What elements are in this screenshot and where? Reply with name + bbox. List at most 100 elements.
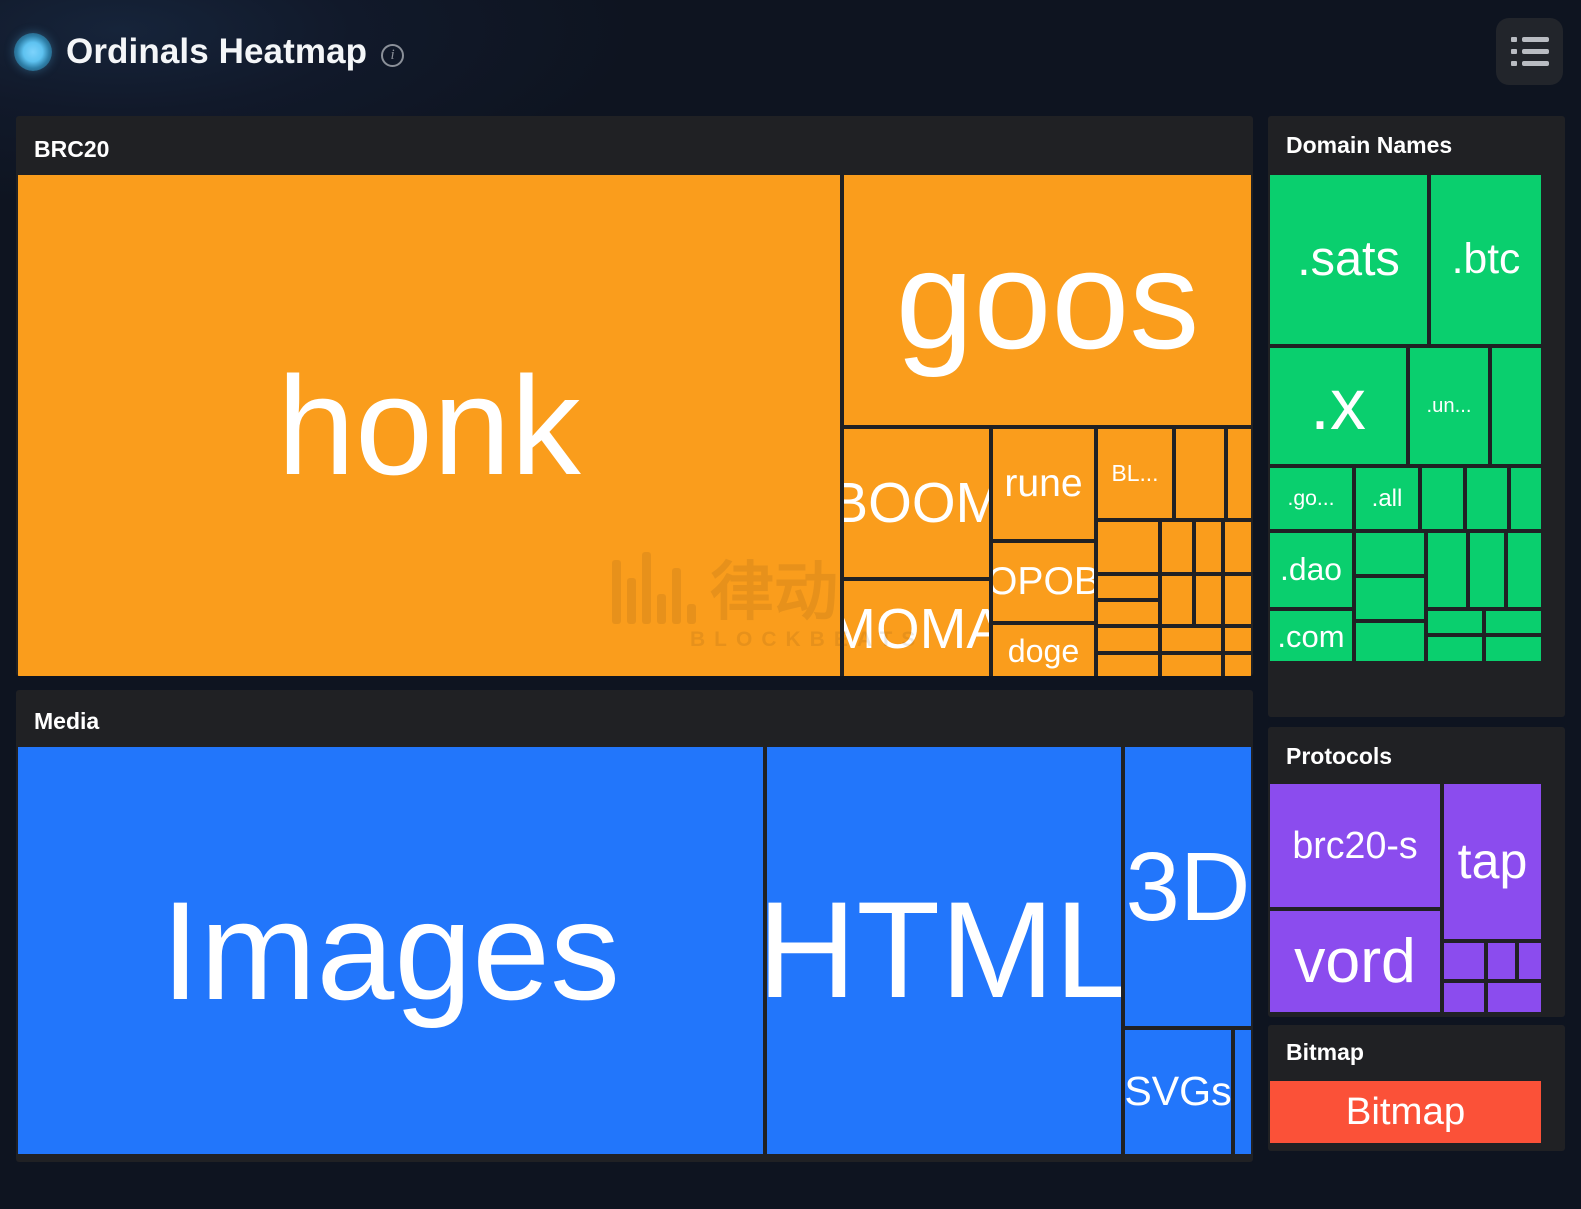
section-title-brc20: BRC20 <box>34 136 110 162</box>
treemap-tile[interactable]: goos <box>844 175 1251 425</box>
treemap-tile[interactable]: brc20-s <box>1270 784 1440 907</box>
treemap-tile[interactable] <box>1492 348 1541 464</box>
treemap-tile[interactable] <box>1225 655 1251 676</box>
circle-logo-icon <box>14 33 52 71</box>
treemap-tile[interactable] <box>1098 655 1158 676</box>
treemap-tile[interactable] <box>1488 943 1515 979</box>
section-title-protocols: Protocols <box>1286 743 1393 769</box>
treemap-tile[interactable]: MOMA <box>844 581 989 676</box>
treemap-tile[interactable]: vord <box>1270 911 1440 1012</box>
section-brc20: BRC20 honk goos BOOM MOMA rune OPOB doge BL... <box>16 116 1253 676</box>
treemap-tile[interactable]: tap <box>1444 784 1541 939</box>
treemap-tile[interactable]: BL... <box>1098 429 1172 518</box>
treemap-tile[interactable]: Images <box>18 747 763 1154</box>
treemap-tile[interactable]: HTML <box>767 747 1121 1154</box>
treemap-tile[interactable]: .com <box>1270 611 1352 661</box>
treemap-tile[interactable]: .all <box>1356 468 1418 529</box>
treemap-tile-label: honk <box>277 347 581 504</box>
treemap-tile[interactable] <box>1098 522 1158 572</box>
treemap-tile[interactable] <box>1098 602 1158 624</box>
treemap-tile[interactable] <box>1467 468 1507 529</box>
treemap-tile[interactable] <box>1428 637 1482 661</box>
treemap-tile[interactable]: .sats <box>1270 175 1427 344</box>
treemap-tile[interactable] <box>1511 468 1541 529</box>
treemap-tile-label: .un... <box>1426 394 1472 417</box>
treemap-tile[interactable] <box>1444 943 1484 979</box>
treemap-tile[interactable] <box>1196 576 1221 624</box>
treemap-tile[interactable] <box>1162 576 1192 624</box>
treemap-tile[interactable] <box>1470 533 1504 607</box>
treemap-tile[interactable]: BOOM <box>844 429 989 577</box>
treemap-tile[interactable] <box>1098 576 1158 598</box>
treemap-tile-label: OPOB <box>993 560 1094 604</box>
page-title: Ordinals Heatmap <box>66 32 368 71</box>
ordinals-heatmap-app: Ordinals Heatmap i BRC20 honk goos BOOM MOM… <box>0 0 1581 1209</box>
treemap-tile[interactable]: SVGs <box>1125 1030 1231 1154</box>
treemap-tile[interactable] <box>1228 429 1251 518</box>
treemap-tile[interactable] <box>1235 1030 1251 1154</box>
treemap-tile-label: SVGs <box>1125 1068 1231 1115</box>
treemap-tile[interactable] <box>1519 943 1541 979</box>
treemap-tile-label: BOOM <box>844 470 989 534</box>
treemap-tile[interactable] <box>1225 522 1251 572</box>
treemap-tile-label: .sats <box>1297 232 1400 287</box>
treemap-tile-label: MOMA <box>844 596 989 660</box>
treemap-tile[interactable]: doge <box>993 625 1094 676</box>
treemap-tile[interactable] <box>1162 628 1221 651</box>
treemap-tile[interactable] <box>1196 522 1221 572</box>
app-header: Ordinals Heatmap i <box>0 0 1581 104</box>
section-title-bitmap: Bitmap <box>1286 1039 1364 1065</box>
treemap-tile-label: .go... <box>1287 486 1335 510</box>
treemap-tile[interactable] <box>1488 983 1541 1012</box>
treemap-tile[interactable] <box>1486 637 1541 661</box>
treemap-tile-label: brc20-s <box>1292 823 1418 866</box>
treemap-tile-label: tap <box>1457 833 1528 890</box>
treemap-tile[interactable] <box>1356 623 1424 661</box>
treemap-tile[interactable]: rune <box>993 429 1094 539</box>
treemap-tile[interactable] <box>1486 611 1541 633</box>
treemap-tile-label: BL... <box>1111 460 1159 487</box>
treemap-media: Images HTML 3D SVGs <box>18 747 1251 1154</box>
treemap-tile-label: .x <box>1310 365 1366 446</box>
treemap-tile[interactable] <box>1098 628 1158 651</box>
section-title-domain-names: Domain Names <box>1286 132 1453 158</box>
treemap-tile[interactable] <box>1225 628 1251 651</box>
treemap-tile[interactable] <box>1356 533 1424 574</box>
list-menu-button[interactable] <box>1496 18 1563 85</box>
treemap-tile[interactable] <box>1444 983 1484 1012</box>
treemap-tile-label: .all <box>1371 484 1403 512</box>
treemap-tile[interactable] <box>1162 522 1192 572</box>
treemap-tile[interactable]: .btc <box>1431 175 1541 344</box>
treemap-tile[interactable]: .x <box>1270 348 1406 464</box>
treemap-tile[interactable]: .dao <box>1270 533 1352 607</box>
treemap-tile[interactable]: 3D <box>1125 747 1251 1026</box>
section-domain-names: Domain Names .sats .btc .x .un... .go... .all… <box>1268 116 1565 717</box>
treemap-tile[interactable] <box>1508 533 1541 607</box>
treemap-tile[interactable]: honk <box>18 175 840 676</box>
treemap-tile[interactable] <box>1422 468 1463 529</box>
treemap-tile[interactable] <box>1162 655 1221 676</box>
treemap-tile-label: .btc <box>1451 235 1521 284</box>
info-icon[interactable]: i <box>381 43 405 67</box>
treemap-brc20: honk goos BOOM MOMA rune OPOB doge BL... <box>18 175 1251 676</box>
treemap-tile[interactable] <box>1225 576 1251 624</box>
treemap-tile-label: rune <box>1004 462 1083 506</box>
treemap-domain-names: .sats .btc .x .un... .go... .all .dao .com <box>1270 175 1541 661</box>
treemap-tile-label: Images <box>160 871 621 1029</box>
list-menu-icon <box>1510 37 1549 42</box>
section-title-media: Media <box>34 708 100 734</box>
treemap-tile[interactable] <box>1428 611 1482 633</box>
treemap-tile-label: .com <box>1277 618 1345 654</box>
treemap-tile[interactable] <box>1176 429 1224 518</box>
section-bitmap: Bitmap Bitmap <box>1268 1025 1565 1151</box>
treemap-tile-label: 3D <box>1125 831 1251 941</box>
treemap-tile[interactable] <box>1356 578 1424 619</box>
treemap-tile[interactable]: .un... <box>1410 348 1488 464</box>
treemap-tile[interactable]: .go... <box>1270 468 1352 529</box>
treemap-tile-label: goos <box>895 221 1200 378</box>
treemap-tile[interactable]: Bitmap <box>1270 1081 1541 1143</box>
treemap-tile[interactable]: OPOB <box>993 543 1094 621</box>
section-protocols: Protocols brc20-s vord tap <box>1268 727 1565 1017</box>
brand: Ordinals Heatmap i <box>14 32 405 72</box>
treemap-tile[interactable] <box>1428 533 1466 607</box>
